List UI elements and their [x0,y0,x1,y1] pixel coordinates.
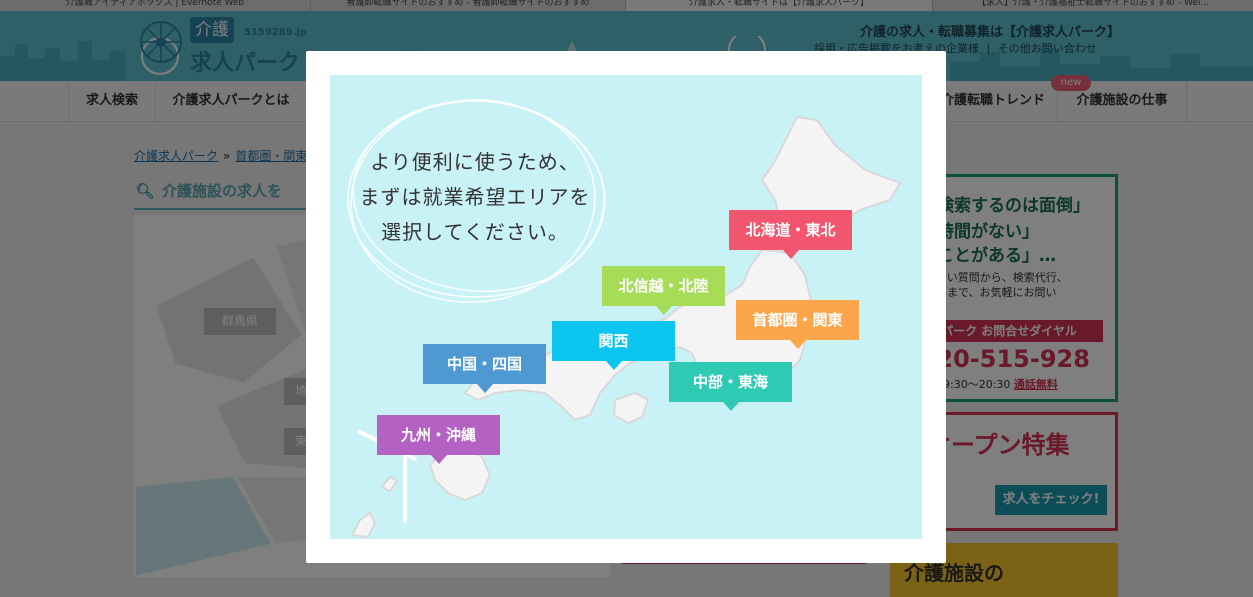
area-select-prompt: より便利に使うため、 まずは就業希望エリアを 選択してください。 [350,145,600,250]
region-pointer [430,455,447,464]
region-pointer [722,402,739,411]
region-hokushinetsu-hokuriku-button[interactable]: 北信越・北陸 [602,266,725,315]
area-select-panel: より便利に使うため、 まずは就業希望エリアを 選択してください。 北海道・東北 … [330,75,922,539]
prompt-line-2: まずは就業希望エリアを [359,185,591,209]
region-shutoken-kanto-button[interactable]: 首都圏・関東 [736,300,859,349]
region-label: 中国・四国 [446,355,522,373]
region-kyushu-okinawa-button[interactable]: 九州・沖縄 [377,415,500,464]
region-label: 中部・東海 [692,373,768,391]
region-label: 九州・沖縄 [400,426,476,444]
region-kansai-button[interactable]: 関西 [552,321,675,370]
prompt-line-3: 選択してください。 [381,220,569,244]
region-chubu-tokai-button[interactable]: 中部・東海 [669,362,792,411]
region-chugoku-shikoku-button[interactable]: 中国・四国 [423,344,546,393]
prompt-line-1: より便利に使うため、 [370,150,580,174]
region-label: 北海道・東北 [745,221,836,239]
region-hokkaido-tohoku-button[interactable]: 北海道・東北 [729,210,852,259]
region-pointer [655,306,672,315]
region-pointer [605,361,622,370]
area-select-modal: より便利に使うため、 まずは就業希望エリアを 選択してください。 北海道・東北 … [306,51,946,563]
region-label: 北信越・北陸 [618,277,709,295]
region-pointer [789,340,806,349]
region-label: 関西 [598,332,629,350]
region-label: 首都圏・関東 [752,311,843,329]
region-pointer [476,384,493,393]
region-pointer [782,250,799,259]
